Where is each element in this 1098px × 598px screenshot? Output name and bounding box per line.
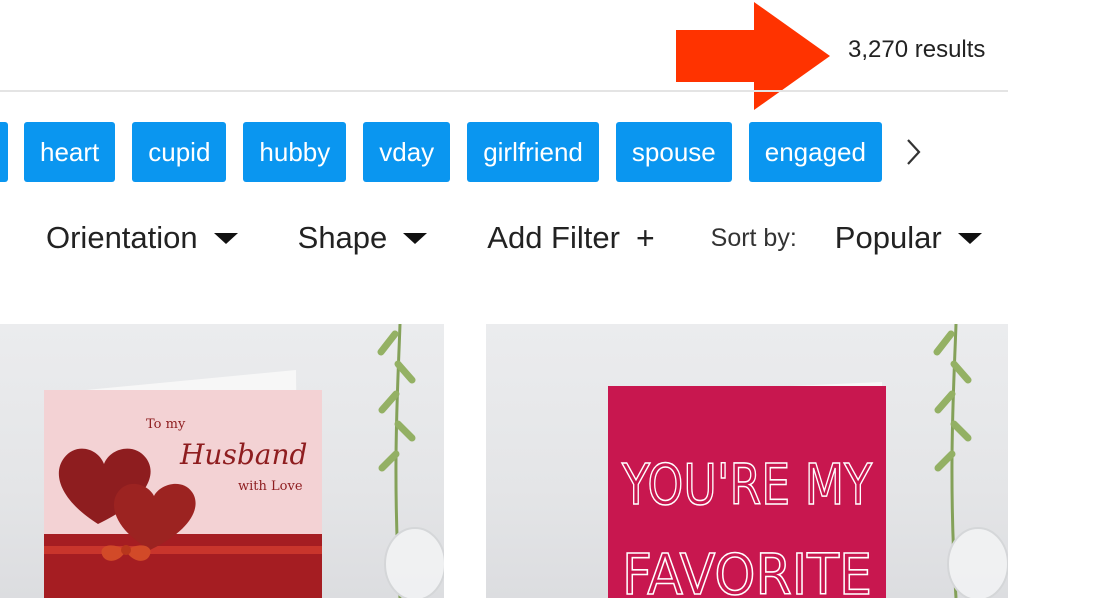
tag-chip-hubby[interactable]: hubby [243,122,347,182]
tag-chip-engaged[interactable]: engaged [748,122,882,182]
product-image-husband: To my Husband with Love [44,324,444,598]
annotation-arrow-icon [676,2,830,110]
plus-icon: + [635,219,655,256]
product-card-favorite[interactable]: YOU'RE MY FAVORITE [486,324,1008,598]
plant-decoration [377,324,444,598]
orientation-filter-label: Orientation [46,220,198,255]
sort-dropdown[interactable]: Popular [835,220,982,256]
tag-chip-heart[interactable]: heart [24,122,116,182]
card-text-line: To my [146,417,186,432]
shape-filter[interactable]: Shape [298,220,428,256]
sort-by-label: Sort by: [710,223,797,252]
sort-value: Popular [834,220,942,255]
tag-chip-bar: heart cupid hubby vday girlfriend spouse… [0,122,923,182]
card-text-line: with Love [238,479,303,494]
shape-filter-label: Shape [297,220,388,255]
caret-down-icon [403,232,428,244]
add-filter-button[interactable]: Add Filter + [487,220,654,257]
product-image-favorite: YOU'RE MY FAVORITE [608,324,1008,598]
results-count: 3,270 results [848,36,986,63]
tag-chip-cupid[interactable]: cupid [132,122,227,182]
chevron-right-icon[interactable] [903,132,923,172]
add-filter-label: Add Filter [487,220,620,255]
filter-bar: Orientation Shape Add Filter + Sort by: … [46,216,982,260]
caret-down-icon [957,232,982,244]
tag-chip-partial[interactable] [0,122,8,182]
orientation-filter[interactable]: Orientation [46,220,238,256]
tag-chip-spouse[interactable]: spouse [615,122,732,182]
tag-chip-girlfriend[interactable]: girlfriend [467,122,599,182]
card-text-line: YOU'RE MY [621,453,872,518]
tag-chip-vday[interactable]: vday [363,122,451,182]
card-text-line: FAVORITE [622,543,872,598]
plant-decoration [933,324,1008,598]
header-divider [0,90,1008,92]
card-text-line: Husband [179,438,307,471]
caret-down-icon [213,232,238,244]
product-card-husband[interactable]: To my Husband with Love [0,324,444,598]
